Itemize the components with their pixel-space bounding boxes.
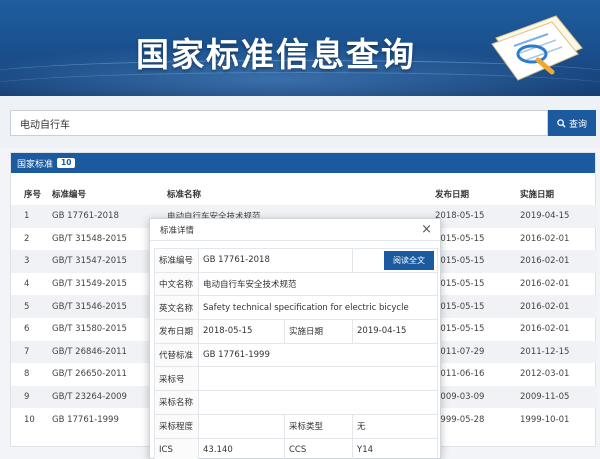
detail-row-adopt-level: 采标程度 采标类型 无 [154,413,438,439]
col-header-impl: 实施日期 [520,190,555,200]
col-header-code: 标准编号 [52,190,87,200]
search-input[interactable] [10,110,548,136]
standard-detail-modal: 标准详情 × 标准编号 GB 17761-2018 阅读全文 中文名称 电动自行… [149,218,441,459]
detail-row-dates: 发布日期 2018-05-15 实施日期 2019-04-15 [154,319,438,344]
detail-row-cn: 中文名称 电动自行车安全技术规范 [154,271,438,297]
detail-ics-value: 43.140 [198,437,285,459]
cell-pub: 2015-05-15 [435,295,520,318]
detail-label: 采标程度 [154,413,199,439]
detail-row-adopt-no: 采标号 [154,366,438,392]
col-header-pub: 发布日期 [435,190,470,200]
detail-adopt-type-value: 无 [352,413,438,439]
detail-label: 标准编号 [154,248,199,273]
detail-row-adopt-name: 采标名称 [154,390,438,415]
cell-no: 7 [11,340,52,364]
search-button-label: 查询 [568,119,587,130]
cell-pub: 2009-03-09 [435,385,520,409]
search-button[interactable]: 查询 [548,110,596,136]
cell-impl: 2016-02-01 [520,279,570,290]
detail-label: ICS [154,437,199,459]
col-header-no: 序号 [24,190,42,200]
detail-label: 英文名称 [154,295,199,321]
col-header-name: 标准名称 [167,190,202,200]
cell-no: 2 [24,233,30,244]
detail-row-code: 标准编号 GB 17761-2018 阅读全文 [154,248,438,273]
cell-pub: 2015-05-15 [435,324,485,335]
detail-code-value: GB 17761-2018 [198,248,353,273]
cell-impl: 2011-12-15 [520,340,597,364]
cell-impl: 2019-04-15 [520,205,597,228]
cell-no: 10 [24,414,35,425]
cell-pub: 2011-06-16 [435,369,485,380]
cell-no: 3 [11,250,52,273]
cell-impl: 2016-02-01 [520,233,570,244]
detail-label: 实施日期 [284,319,353,344]
cell-pub: 2015-05-15 [435,279,485,290]
detail-ccs-value: Y14 [352,437,438,459]
detail-label: 采标名称 [154,390,199,415]
detail-adopt-level-value [198,413,285,439]
detail-label: 发布日期 [154,319,199,344]
modal-title: 标准详情 [160,225,195,236]
modal-header: 标准详情 × [150,219,440,241]
document-search-icon [491,15,583,81]
detail-label: 中文名称 [154,271,199,297]
cell-impl: 2009-11-05 [520,385,597,409]
detail-row-ics: ICS 43.140 CCS Y14 [154,437,438,459]
detail-pub-value: 2018-05-15 [198,319,285,344]
page-title: 国家标准信息查询 [136,35,416,74]
detail-label: 代替标准 [154,342,199,368]
detail-table: 标准编号 GB 17761-2018 阅读全文 中文名称 电动自行车安全技术规范… [154,248,438,459]
panel-title: 国家标准 [17,159,54,170]
cell-pub: 2018-05-15 [435,205,520,228]
cell-no: 4 [24,279,30,290]
detail-en-value: Safety technical specification for elect… [198,295,438,321]
detail-label: 采标类型 [284,413,353,439]
detail-cn-value: 电动自行车安全技术规范 [198,271,438,297]
detail-adopt-name-value [198,390,438,415]
cell-impl: 1999-10-01 [520,414,570,425]
detail-row-en: 英文名称 Safety technical specification for … [154,295,438,321]
cell-no: 6 [24,324,30,335]
detail-label: 采标号 [154,366,199,392]
detail-row-replace: 代替标准 GB 17761-1999 [154,342,438,368]
close-icon[interactable]: × [421,223,432,236]
cell-pub: 2011-07-29 [435,340,520,364]
cell-no: 9 [11,385,52,409]
header-banner: 国家标准信息查询 [0,0,600,96]
cell-no: 1 [11,205,52,228]
result-count-badge: 10 [57,158,76,168]
panel-header: 国家标准 10 [11,153,595,173]
detail-impl-value: 2019-04-15 [352,319,438,344]
table-header-row: 序号 标准编号 标准名称 发布日期 实施日期 [11,183,597,205]
detail-adopt-no-value [198,366,438,392]
cell-no: 5 [11,295,52,318]
cell-pub: 1999-05-28 [435,414,485,425]
cell-pub: 2015-05-15 [435,250,520,273]
search-icon [557,118,566,128]
cell-pub: 2015-05-15 [435,233,485,244]
cell-impl: 2016-02-01 [520,295,597,318]
cell-no: 8 [24,369,30,380]
read-fulltext-button[interactable]: 阅读全文 [384,250,434,270]
cell-impl: 2016-02-01 [520,324,570,335]
detail-label: CCS [284,437,353,459]
detail-replace-value: GB 17761-1999 [198,342,438,368]
cell-impl: 2016-02-01 [520,250,597,273]
cell-impl: 2012-03-01 [520,369,570,380]
